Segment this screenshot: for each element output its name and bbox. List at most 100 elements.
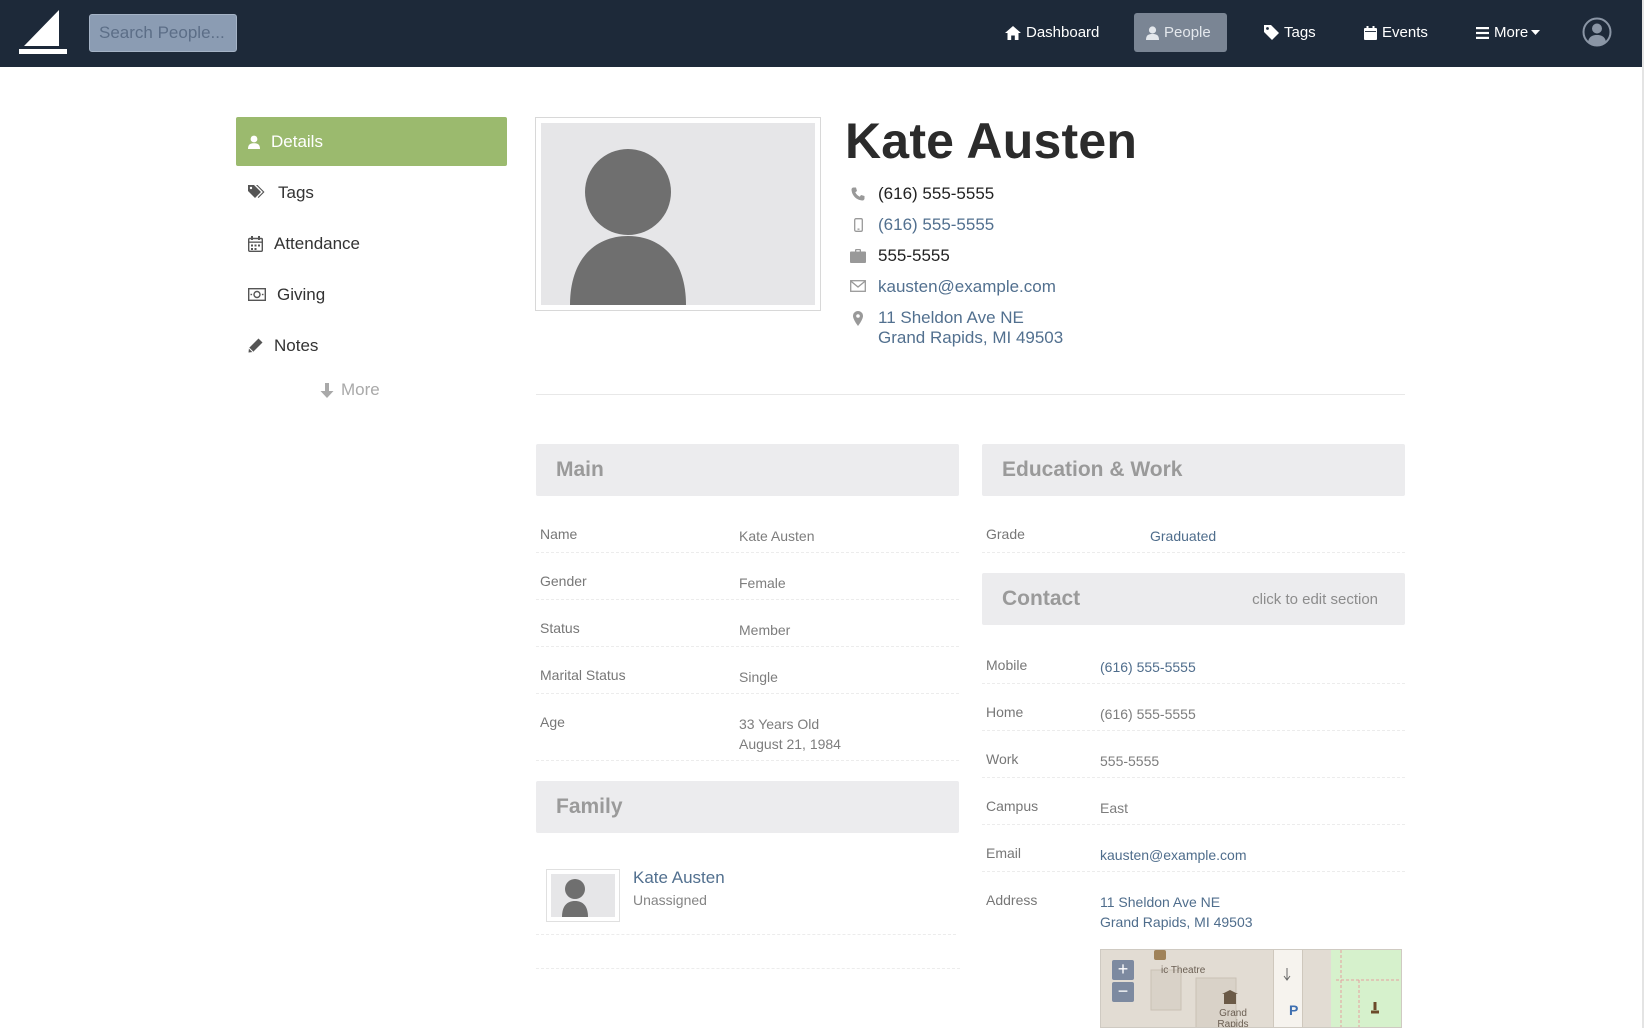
nav-more[interactable]: More: [1464, 13, 1552, 52]
profile-phone: (616) 555-5555: [849, 184, 994, 204]
user-icon: [248, 135, 260, 149]
contact-row-email: Email kausten@example.com: [982, 831, 1405, 872]
family-member-photo-placeholder: [551, 874, 615, 917]
row-value: Female: [739, 575, 786, 591]
nav-tags-label: Tags: [1284, 24, 1316, 41]
nav-tags[interactable]: Tags: [1252, 13, 1328, 52]
search-people-input[interactable]: [89, 14, 237, 52]
education-section-title: Education & Work: [1002, 458, 1183, 481]
family-row-divider: [536, 934, 956, 935]
sidebar-item-tags[interactable]: Tags: [236, 168, 507, 217]
map-parking-icon: P: [1289, 1002, 1299, 1018]
person-name-heading: Kate Austen: [845, 113, 1138, 169]
sidebar-item-details[interactable]: Details: [236, 117, 507, 166]
avatar-silhouette-icon: [570, 149, 686, 305]
profile-email-link[interactable]: kausten@example.com: [878, 277, 1056, 297]
nav-dashboard[interactable]: Dashboard: [993, 13, 1111, 52]
main-row-gender: Gender Female: [536, 559, 959, 600]
contact-section-title: Contact: [1002, 587, 1081, 610]
map-marker-icon: [853, 311, 863, 326]
address-line2: Grand Rapids, MI 49503: [878, 328, 1064, 347]
profile-mobile: (616) 555-5555: [849, 215, 994, 235]
sidebar-item-notes[interactable]: Notes: [236, 321, 507, 370]
edit-section-hint[interactable]: click to edit section: [1252, 591, 1378, 608]
top-navbar: Dashboard People Tags Events More: [0, 0, 1644, 67]
sidebar-item-label: Notes: [274, 335, 319, 355]
contact-row-home: Home (616) 555-5555: [982, 690, 1405, 731]
email-link[interactable]: kausten@example.com: [1100, 845, 1247, 865]
row-label: Age: [540, 714, 565, 730]
main-row-status: Status Member: [536, 606, 959, 647]
map-label-theatre: ic Theatre: [1161, 965, 1206, 976]
education-row-grade: Grade Graduated: [982, 512, 1405, 553]
row-label: Work: [986, 751, 1019, 767]
sailboat-logo-icon[interactable]: [19, 10, 67, 55]
address-link[interactable]: 11 Sheldon Ave NE Grand Rapids, MI 49503: [1100, 892, 1253, 932]
sidebar-more-toggle[interactable]: More: [320, 380, 380, 400]
row-value: (616) 555-5555: [1100, 706, 1196, 722]
sidebar-item-label: Giving: [277, 284, 326, 304]
user-icon: [1146, 25, 1159, 40]
family-member-photo[interactable]: [546, 869, 620, 922]
nav-people-label: People: [1164, 24, 1211, 41]
header-divider: [536, 394, 1405, 395]
profile-address-link[interactable]: 11 Sheldon Ave NE Grand Rapids, MI 49503: [878, 308, 1063, 348]
profile-photo[interactable]: [535, 117, 821, 311]
phone-icon: [851, 187, 865, 201]
address-line2: Grand Rapids, MI 49503: [1100, 914, 1253, 930]
main-row-marital-status: Marital Status Single: [536, 653, 959, 694]
profile-phone-value: (616) 555-5555: [878, 184, 995, 203]
row-value: 33 Years Old August 21, 1984: [739, 714, 841, 754]
map-zoom-in-button[interactable]: +: [1112, 960, 1134, 980]
family-section-title: Family: [556, 795, 623, 818]
map-label-place: Grand Rapids: [1217, 1008, 1249, 1028]
main-row-name: Name Kate Austen: [536, 512, 959, 553]
contact-row-campus: Campus East: [982, 784, 1405, 825]
row-label: Home: [986, 704, 1024, 720]
mobile-link[interactable]: (616) 555-5555: [1100, 657, 1196, 677]
nav-dashboard-label: Dashboard: [1026, 24, 1100, 41]
row-value: East: [1100, 800, 1129, 816]
profile-work: 555-5555: [849, 246, 950, 266]
calendar-icon: [248, 235, 263, 252]
main-row-age: Age 33 Years Old August 21, 1984: [536, 700, 959, 761]
mobile-phone-icon: [853, 218, 863, 232]
row-label: Name: [540, 526, 578, 542]
user-account-icon[interactable]: [1582, 17, 1612, 47]
family-member-role: Unassigned: [633, 892, 707, 908]
row-label: Status: [540, 620, 580, 636]
nav-events-label: Events: [1382, 24, 1428, 41]
profile-work-value: 555-5555: [878, 246, 950, 265]
profile-mobile-link[interactable]: (616) 555-5555: [878, 215, 994, 235]
sidebar-item-giving[interactable]: Giving: [236, 270, 507, 319]
education-section-header[interactable]: Education & Work: [982, 444, 1405, 496]
money-icon: [248, 288, 266, 301]
sidebar-more-label: More: [341, 380, 380, 399]
calendar-icon: [1364, 25, 1377, 40]
home-icon: [1005, 25, 1021, 40]
nav-people[interactable]: People: [1134, 13, 1227, 52]
tag-icon: [1264, 25, 1279, 40]
profile-photo-placeholder: [541, 123, 815, 305]
address-line1: 11 Sheldon Ave NE: [1100, 894, 1221, 910]
family-member-name-link[interactable]: Kate Austen: [633, 868, 725, 888]
nav-events[interactable]: Events: [1352, 13, 1440, 52]
main-section-header[interactable]: Main: [536, 444, 959, 496]
family-section-divider: [536, 968, 960, 969]
row-label: Address: [986, 892, 1038, 908]
family-section-header[interactable]: Family: [536, 781, 959, 833]
row-label: Email: [986, 845, 1022, 861]
contact-row-work: Work 555-5555: [982, 737, 1405, 778]
row-label: Campus: [986, 798, 1039, 814]
profile-email: kausten@example.com: [849, 277, 1056, 297]
birthdate-value: August 21, 1984: [739, 736, 841, 752]
map-zoom-out-button[interactable]: −: [1112, 982, 1134, 1002]
sidebar-item-attendance[interactable]: Attendance: [236, 219, 507, 268]
row-value: Member: [739, 622, 791, 638]
contact-section-header[interactable]: Contact click to edit section: [982, 573, 1405, 625]
row-value: Graduated: [1150, 528, 1217, 544]
address-line1: 11 Sheldon Ave NE: [878, 308, 1024, 327]
envelope-icon: [850, 280, 866, 292]
sidebar-item-label: Details: [271, 131, 323, 151]
address-map[interactable]: ic Theatre Grand Rapids P + −: [1100, 949, 1402, 1028]
